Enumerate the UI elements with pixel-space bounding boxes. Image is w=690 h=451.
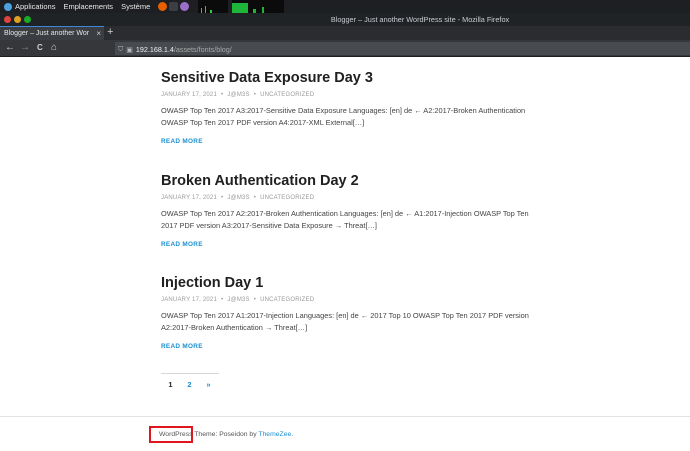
page-current: 1: [168, 380, 173, 389]
system-panel: Applications Emplacements Système: [0, 0, 690, 13]
page-link-2[interactable]: 2: [180, 374, 199, 389]
back-button[interactable]: ←: [5, 42, 15, 54]
highlight-annotation-box: [149, 426, 193, 443]
navigation-bar: ← → C ⌂ ⛉ ▣ 192.168.1.4 /assets/fonts/bl…: [0, 40, 690, 57]
footer-period: .: [291, 431, 294, 438]
menu-systeme[interactable]: Système: [121, 2, 150, 11]
post-date[interactable]: JANUARY 17, 2021: [161, 92, 217, 98]
next-page-link[interactable]: »: [199, 374, 218, 389]
tab-close-icon[interactable]: ×: [96, 29, 101, 38]
burp-launcher-icon[interactable]: [180, 2, 190, 11]
footer-theme-text: Theme: Poseidon by: [192, 431, 259, 438]
new-tab-button[interactable]: +: [107, 26, 113, 39]
post-meta: JANUARY 17, 2021 • J@M3S • UNCATEGORIZED: [161, 195, 315, 201]
page-info-icon[interactable]: ▣: [126, 46, 133, 54]
post-category[interactable]: UNCATEGORIZED: [260, 92, 314, 98]
terminal-launcher-icon[interactable]: [169, 2, 179, 11]
window-title: Blogger – Just another WordPress site - …: [330, 15, 510, 24]
post-meta: JANUARY 17, 2021 • J@M3S • UNCATEGORIZED: [161, 92, 315, 98]
url-bar[interactable]: ⛉ ▣ 192.168.1.4 /assets/fonts/blog/: [115, 42, 690, 55]
pagination: 1 2 »: [161, 373, 219, 389]
post-author[interactable]: J@M3S: [227, 195, 249, 201]
post-injection: Injection Day 1 JANUARY 17, 2021 • J@M3S • U…: [161, 274, 531, 350]
post-broken-authentication: Broken Authentication Day 2 JANUARY 17, …: [161, 172, 531, 248]
reload-button[interactable]: C: [37, 42, 43, 54]
home-button[interactable]: ⌂: [51, 42, 57, 54]
post-sensitive-data-exposure: Sensitive Data Exposure Day 3 JANUARY 17…: [161, 69, 531, 145]
tab-label: Blogger – Just another Wor: [4, 30, 90, 37]
tab-blogger[interactable]: Blogger – Just another Wor ×: [0, 26, 104, 40]
post-excerpt: OWASP Top Ten 2017 A2:2017-Broken Authen…: [161, 209, 529, 230]
url-path: /assets/fonts/blog/: [173, 45, 232, 54]
firefox-launcher-icon[interactable]: [158, 2, 168, 11]
post-title[interactable]: Injection Day 1: [161, 274, 531, 292]
read-more-link[interactable]: READ MORE: [161, 138, 531, 145]
url-host: 192.168.1.4: [135, 45, 174, 54]
menu-applications[interactable]: Applications: [15, 2, 55, 11]
menu-emplacements[interactable]: Emplacements: [63, 2, 113, 11]
monitor-activity-icon: [201, 3, 264, 13]
read-more-link[interactable]: READ MORE: [161, 241, 531, 248]
post-excerpt: OWASP Top Ten 2017 A1:2017-Injection Lan…: [161, 311, 529, 332]
post-date[interactable]: JANUARY 17, 2021: [161, 297, 217, 303]
page-content: Sensitive Data Exposure Day 3 JANUARY 17…: [0, 57, 690, 451]
post-meta: JANUARY 17, 2021 • J@M3S • UNCATEGORIZED: [161, 297, 315, 303]
forward-button[interactable]: →: [20, 42, 30, 54]
post-excerpt: OWASP Top Ten 2017 A3:2017-Sensitive Dat…: [161, 106, 526, 127]
post-author[interactable]: J@M3S: [227, 92, 249, 98]
post-author[interactable]: J@M3S: [227, 297, 249, 303]
post-category[interactable]: UNCATEGORIZED: [260, 297, 314, 303]
tab-bar: Blogger – Just another Wor × +: [0, 26, 690, 40]
footer-divider: [0, 416, 690, 417]
post-title[interactable]: Broken Authentication Day 2: [161, 172, 531, 190]
post-title[interactable]: Sensitive Data Exposure Day 3: [161, 69, 531, 87]
shield-icon[interactable]: ⛉: [118, 46, 123, 54]
post-date[interactable]: JANUARY 17, 2021: [161, 195, 217, 201]
themezee-link[interactable]: ThemeZee: [258, 431, 291, 438]
read-more-link[interactable]: READ MORE: [161, 343, 531, 350]
post-category[interactable]: UNCATEGORIZED: [260, 195, 314, 201]
applications-icon[interactable]: [4, 2, 12, 11]
window-titlebar: Blogger – Just another WordPress site - …: [0, 13, 690, 26]
